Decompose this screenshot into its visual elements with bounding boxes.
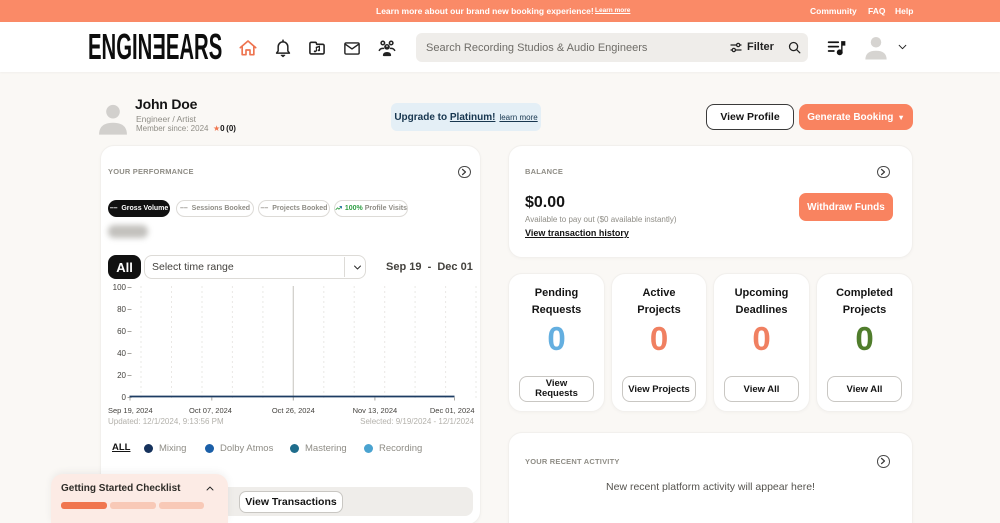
svg-text:Oct 26, 2024: Oct 26, 2024: [272, 406, 315, 415]
svg-text:Sep 19, 2024: Sep 19, 2024: [108, 406, 153, 415]
svg-text:Oct 07, 2024: Oct 07, 2024: [189, 406, 232, 415]
svg-text:Dec 01, 2024: Dec 01, 2024: [430, 406, 475, 415]
svg-text:0: 0: [122, 393, 127, 402]
svg-text:Nov 13, 2024: Nov 13, 2024: [353, 406, 398, 415]
svg-text:80: 80: [117, 305, 126, 314]
svg-text:60: 60: [117, 327, 126, 336]
svg-text:40: 40: [117, 349, 126, 358]
svg-text:100: 100: [113, 283, 127, 292]
svg-text:20: 20: [117, 371, 126, 380]
